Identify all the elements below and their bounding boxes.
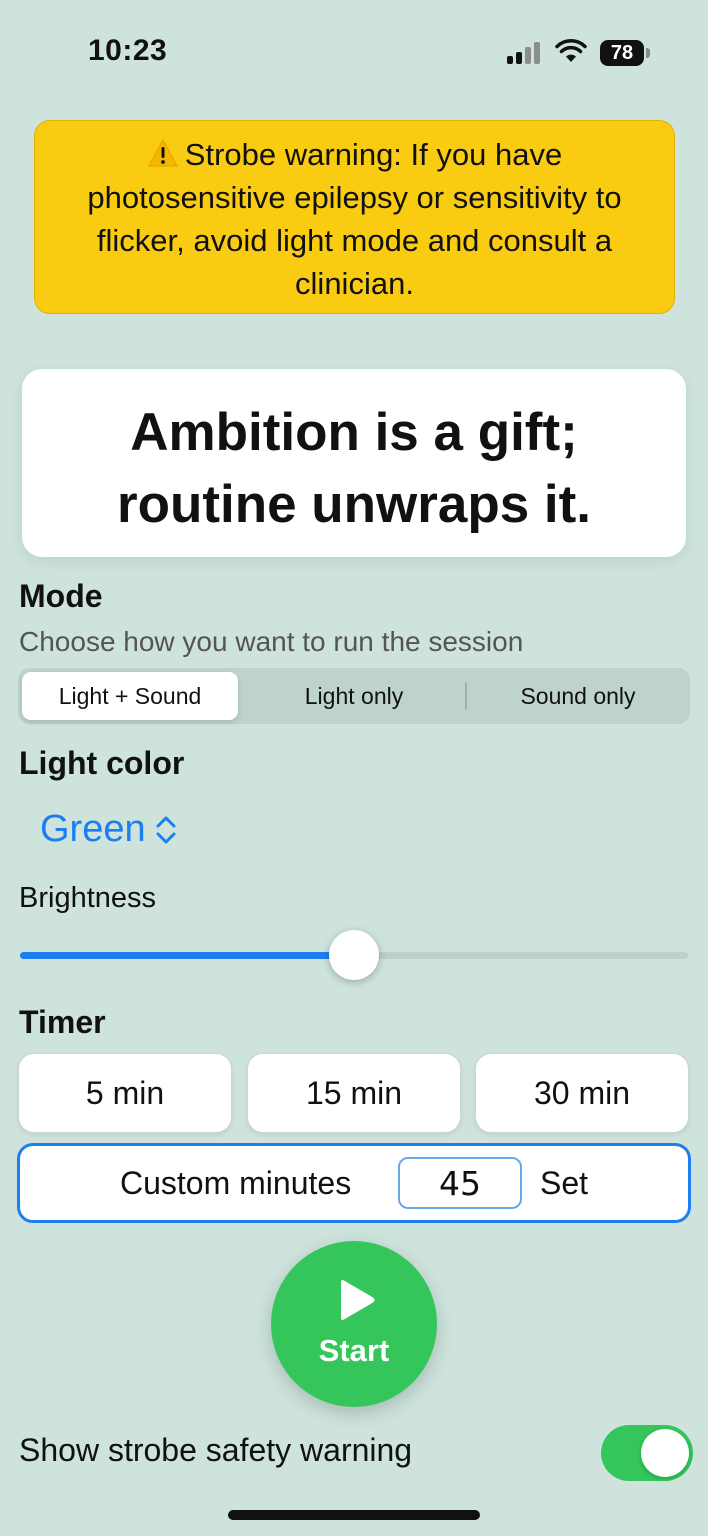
timer-30-min-button[interactable]: 30 min [475,1053,689,1133]
start-button[interactable]: Start [271,1241,437,1407]
timer-15-min-button[interactable]: 15 min [247,1053,461,1133]
safety-warning-toggle-label: Show strobe safety warning [19,1432,413,1468]
light-color-title: Light color [19,745,185,781]
mode-option-light-only[interactable]: Light only [246,672,462,720]
quote-line-2: routine unwraps it. [116,475,592,534]
cellular-signal-icon [507,40,543,64]
mode-subtitle: Choose how you want to run the session [19,626,524,657]
timer-5-min-button[interactable]: 5 min [18,1053,232,1133]
mode-option-light-sound[interactable]: Light + Sound [22,672,238,720]
light-color-picker[interactable]: Green [40,808,178,851]
timer-title: Timer [19,1004,106,1040]
custom-minutes-row: Custom minutes Set [17,1143,691,1223]
mode-option-sound-only[interactable]: Sound only [470,672,686,720]
toggle-knob [641,1429,689,1477]
play-icon [341,1280,375,1320]
battery-tip [646,48,650,58]
mode-title: Mode [19,578,103,614]
battery-indicator: 78 [600,40,644,66]
light-color-value: Green [40,808,146,850]
mode-segmented-control: Light + Sound Light only Sound only [18,668,690,724]
custom-minutes-set-button[interactable]: Set [540,1165,588,1202]
quote-card: Ambition is a gift; routine unwraps it. [22,369,686,557]
home-indicator [228,1510,480,1520]
strobe-warning-banner: Strobe warning: If you have photosensiti… [34,120,675,314]
safety-warning-toggle[interactable] [601,1425,693,1481]
brightness-label: Brightness [19,882,157,914]
custom-minutes-input[interactable] [398,1157,522,1209]
start-label: Start [318,1333,390,1368]
brightness-slider-thumb[interactable] [329,930,379,980]
warning-triangle-icon [147,138,179,168]
chevron-up-down-icon [156,816,176,843]
custom-minutes-label: Custom minutes [120,1165,352,1201]
quote-line-1: Ambition is a gift; [130,403,578,462]
wifi-icon [555,38,587,64]
segment-divider [465,682,467,710]
status-time: 10:23 [88,34,168,67]
brightness-slider-fill [20,952,354,959]
